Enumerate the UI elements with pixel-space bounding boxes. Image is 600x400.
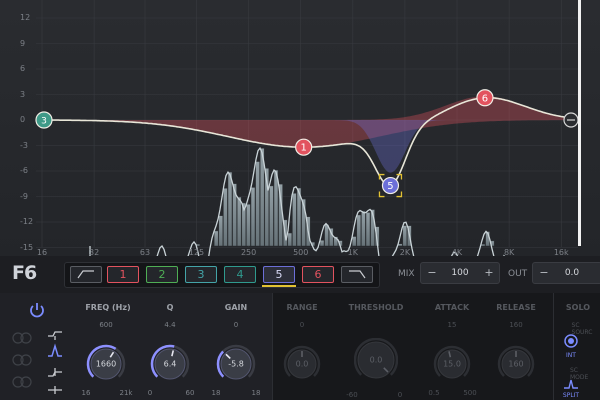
release-label: RELEASE (496, 303, 536, 312)
low-cut-filter-button[interactable] (70, 266, 102, 283)
gain-tick-label: 9 (20, 38, 26, 48)
attack-min-value: 0.5 (428, 389, 440, 397)
freq-knob-value: 1660 (95, 359, 117, 369)
svg-text:3: 3 (41, 117, 47, 127)
range-top-value: 0 (299, 321, 305, 329)
mix-decrement-button[interactable]: − (425, 266, 439, 280)
low-pass-shape-icon (349, 270, 366, 279)
filter-type-selector[interactable] (44, 328, 66, 398)
gain-tick-label: 0 (20, 115, 26, 124)
high-cut-edge-node[interactable] (563, 112, 579, 128)
eq-graph[interactable]: 1563 (0, 0, 600, 256)
power-button[interactable] (27, 300, 47, 320)
gain-tick-label: -6 (20, 166, 28, 175)
band-4-button[interactable]: 4 (224, 266, 256, 283)
split-label: SPLIT (562, 392, 580, 399)
section-divider (553, 293, 554, 400)
gain-tick-label: -3 (20, 140, 28, 150)
mix-label: MIX (398, 269, 415, 279)
section-divider (272, 293, 273, 400)
threshold-knob-value: 0.0 (369, 355, 383, 365)
sc-source-int-label: INT (566, 352, 576, 359)
attack-label: ATTACK (434, 303, 470, 312)
mix-increment-button[interactable]: + (482, 266, 496, 280)
release-knob-value: 160 (508, 359, 524, 369)
mix-value[interactable]: 100 (443, 268, 477, 278)
gain-tick-label: -15 (20, 242, 34, 252)
gain-tick-label: 12 (20, 13, 31, 22)
q-label: Q (166, 303, 174, 312)
gain-top-value: 0 (233, 321, 239, 329)
q-max-value: 60 (185, 389, 195, 397)
attack-top-value: 15 (447, 321, 457, 329)
plugin-logo: F6 (12, 262, 37, 284)
band-3-button[interactable]: 3 (185, 266, 217, 283)
gain-max-value: 18 (251, 389, 261, 397)
link-rings-icon[interactable] (8, 330, 36, 390)
freq-min-value: 16 (81, 389, 91, 397)
q-min-value: 0 (147, 389, 153, 397)
range-label: RANGE (286, 303, 318, 312)
release-top-value: 160 (509, 321, 523, 329)
threshold-min-value: -60 (346, 391, 358, 399)
high-shelf-icon[interactable] (48, 368, 62, 377)
band-6-node[interactable]: 6 (476, 89, 494, 107)
selected-band-underline (262, 285, 296, 287)
range-knob-value: 0.0 (295, 359, 309, 369)
band-6-button[interactable]: 6 (302, 266, 334, 283)
attack-knob-value: 15.0 (443, 359, 461, 369)
band-5-button[interactable]: 5 (263, 266, 295, 283)
gain-tick-label: 3 (20, 89, 26, 99)
band-3-edge-node[interactable]: 3 (35, 111, 53, 129)
gain-tick-label: -12 (20, 217, 34, 226)
q-top-value: 4.4 (164, 321, 176, 329)
freq-max-value: 21k (119, 389, 133, 397)
svg-text:1: 1 (300, 143, 306, 154)
band-1-button[interactable]: 1 (107, 266, 139, 283)
solo-label: SOLO (565, 303, 591, 312)
power-icon (30, 303, 44, 318)
low-shelf-icon[interactable] (48, 331, 62, 340)
out-label: OUT (508, 269, 528, 279)
gain-tick-label: -9 (20, 191, 28, 201)
gain-tick-label: 6 (20, 64, 26, 73)
svg-text:6: 6 (482, 93, 488, 104)
freq-label: FREQ (Hz) (85, 303, 131, 312)
band-2-button[interactable]: 2 (146, 266, 178, 283)
svg-text:5: 5 (387, 181, 393, 192)
split-mode-icon[interactable] (562, 378, 580, 390)
attack-max-value: 500 (463, 389, 477, 397)
threshold-max-value: 0 (397, 391, 403, 399)
gain-min-value: 18 (211, 389, 221, 397)
bell-icon[interactable] (48, 343, 62, 357)
sc-source-int-radio[interactable] (563, 333, 579, 349)
high-pass-shape-icon (77, 270, 94, 279)
gain-knob-value: -5.8 (228, 359, 244, 369)
gain-label: GAIN (224, 303, 248, 312)
out-decrement-button[interactable]: − (537, 266, 551, 280)
notch-icon[interactable] (48, 386, 62, 394)
threshold-label: THRESHOLD (348, 303, 404, 312)
out-value[interactable]: 0.0 (555, 268, 589, 278)
f6-eq-plugin: 1563 15129630-3-6-9-12-15-18 16326312525… (0, 0, 600, 400)
high-cut-filter-button[interactable] (341, 266, 373, 283)
q-knob-value: 6.4 (163, 359, 177, 369)
freq-top-value: 600 (99, 321, 113, 329)
band-1-node[interactable]: 1 (295, 138, 313, 156)
output-meter (578, 0, 581, 246)
